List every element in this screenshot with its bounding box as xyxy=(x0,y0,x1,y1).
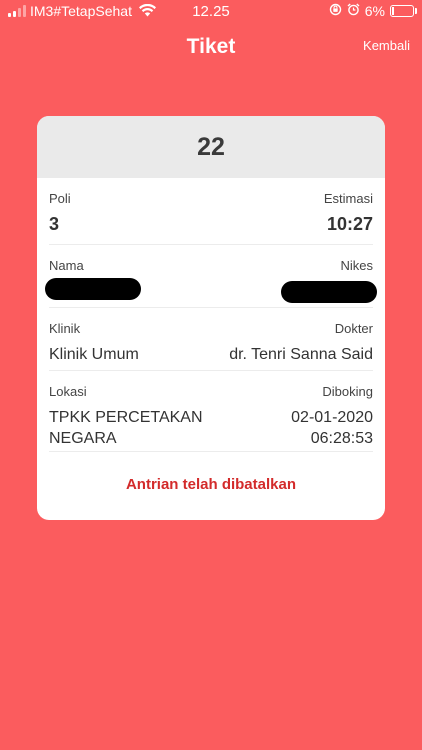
klinik-dokter-row: Klinik Dokter Klinik Umum dr. Tenri Sann… xyxy=(49,308,373,371)
nama-label: Nama xyxy=(49,258,84,273)
diboking-date: 02-01-2020 xyxy=(291,409,373,426)
lokasi-line-1: TPKK PERCETAKAN xyxy=(49,409,203,426)
nikes-label: Nikes xyxy=(340,258,373,273)
nama-nikes-row: Nama Nikes xyxy=(45,245,377,308)
status-bar: IM3#TetapSehat 12.25 6% xyxy=(0,0,422,26)
estimasi-value: 10:27 xyxy=(326,214,373,234)
lokasi-value: TPKK PERCETAKAN NEGARA xyxy=(49,407,203,449)
back-button[interactable]: Kembali xyxy=(363,38,410,53)
ticket-card: 22 Poli Estimasi 3 10:27 Nama Nikes Klin… xyxy=(37,116,385,520)
cancel-status-text: Antrian telah dibatalkan xyxy=(125,476,297,493)
diboking-label: Diboking xyxy=(322,384,373,399)
poli-value: 3 xyxy=(49,214,60,234)
klinik-value: Klinik Umum xyxy=(49,346,139,363)
status-indicators: 6% xyxy=(329,3,417,19)
diboking-time: 06:28:53 xyxy=(310,430,373,447)
lokasi-label: Lokasi xyxy=(49,384,87,399)
alarm-icon xyxy=(347,3,360,19)
navigation-bar: Tiket Kembali xyxy=(0,26,422,70)
klinik-label: Klinik xyxy=(49,321,81,336)
redacted-nikes xyxy=(281,281,377,303)
poli-label: Poli xyxy=(49,191,71,206)
battery-icon xyxy=(390,5,417,17)
dokter-value: dr. Tenri Sanna Said xyxy=(229,346,373,363)
redacted-name xyxy=(45,278,141,300)
lokasi-line-2: NEGARA xyxy=(49,430,117,447)
queue-number: 22 xyxy=(37,116,385,178)
battery-percent: 6% xyxy=(364,3,385,19)
poli-estimasi-row: Poli Estimasi 3 10:27 xyxy=(49,178,373,245)
dokter-label: Dokter xyxy=(334,321,373,336)
diboking-value: 02-01-2020 06:28:53 xyxy=(291,407,373,449)
estimasi-label: Estimasi xyxy=(323,191,373,206)
rotation-lock-icon xyxy=(329,3,342,19)
page-title: Tiket xyxy=(186,35,236,58)
lokasi-diboking-row: Lokasi Diboking TPKK PERCETAKAN NEGARA 0… xyxy=(49,371,373,452)
